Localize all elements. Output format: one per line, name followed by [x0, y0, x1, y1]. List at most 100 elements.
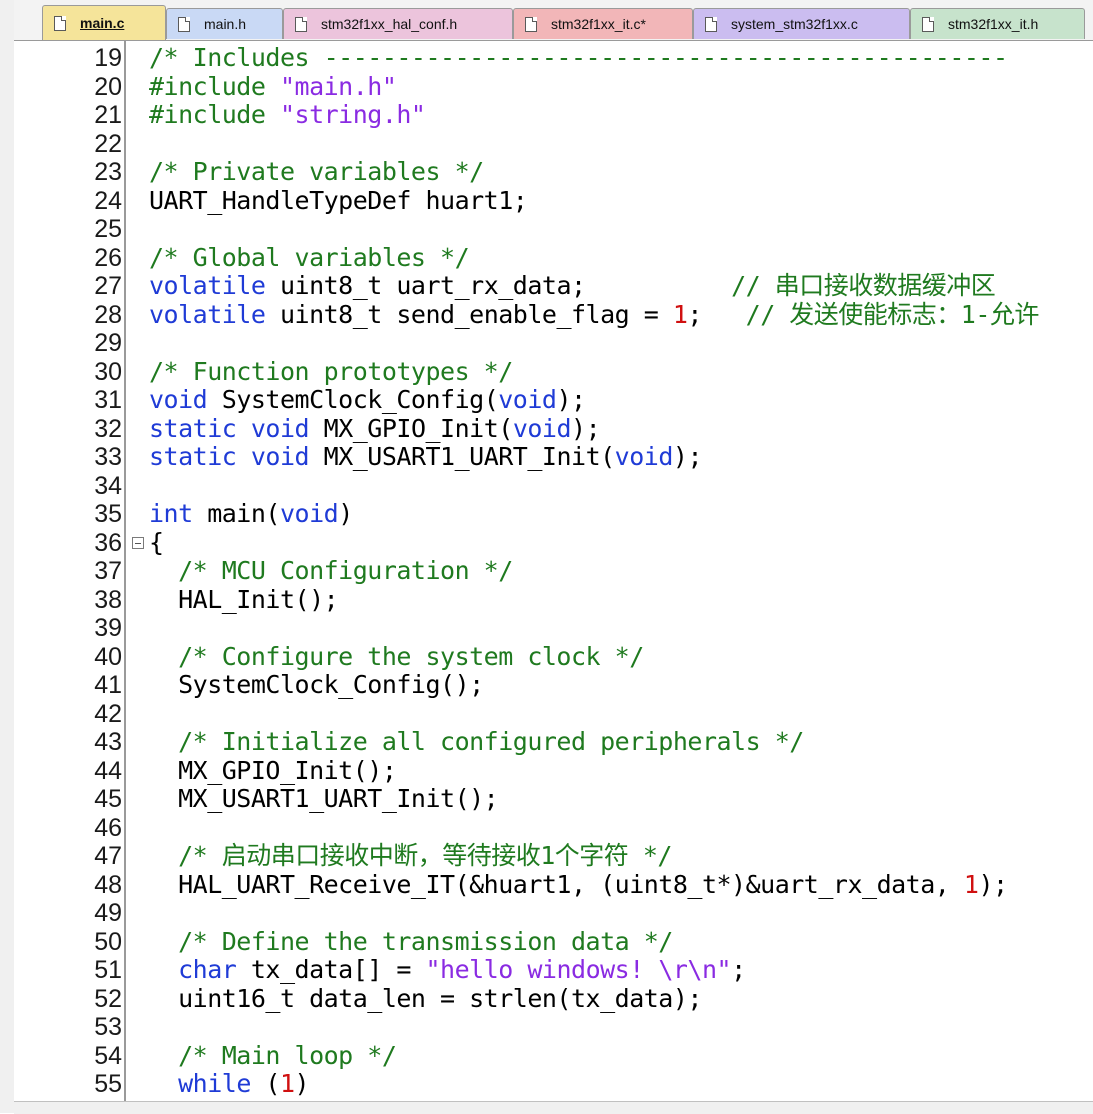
- code-line[interactable]: 32 static void MX_GPIO_Init(void);: [14, 413, 1093, 444]
- code-text: HAL_UART_Receive_IT(&huart1, (uint8_t*)&…: [149, 869, 1008, 900]
- code-text: /* 启动串口接收中断，等待接收1个字符 */: [149, 841, 672, 871]
- code-line[interactable]: 29: [14, 329, 1093, 358]
- code-line[interactable]: 45 MX_USART1_UART_Init();: [14, 784, 1093, 814]
- code-line[interactable]: 24 UART_HandleTypeDef huart1;: [14, 185, 1093, 216]
- line-number: 19: [94, 44, 122, 72]
- token-number: 1: [963, 869, 979, 899]
- code-line[interactable]: 19 /* Includes --------------------------…: [14, 43, 1093, 73]
- token-keyword: void: [149, 385, 208, 414]
- line-number: 33: [94, 443, 122, 471]
- code-line[interactable]: 50 /* Define the transmission data */: [14, 927, 1093, 957]
- token-normal: [236, 442, 251, 471]
- token-normal: MX_USART1_UART_Init();: [149, 784, 499, 813]
- token-normal: [149, 1069, 178, 1098]
- code-line[interactable]: 28 volatile uint8_t send_enable_flag = 1;…: [14, 299, 1093, 330]
- token-normal: MX_GPIO_Init(: [309, 413, 514, 443]
- code-line[interactable]: 39: [14, 614, 1093, 643]
- line-number: 50: [94, 927, 122, 956]
- code-text: #include "string.h": [149, 100, 426, 130]
- left-panel-edge: [0, 0, 15, 1113]
- code-text: /* Configure the system clock */: [149, 641, 644, 672]
- tab-main-c[interactable]: main.c: [42, 5, 166, 40]
- tab-label: stm32f1xx_it.h: [948, 16, 1039, 32]
- code-text: static void MX_GPIO_Init(void);: [149, 413, 601, 444]
- code-line[interactable]: 41 SystemClock_Config();: [14, 670, 1093, 700]
- code-line[interactable]: 27 volatile uint8_t uart_rx_data; // 串口接收…: [14, 271, 1093, 301]
- code-line[interactable]: 48 HAL_UART_Receive_IT(&huart1, (uint8_t…: [14, 869, 1093, 900]
- token-normal: [236, 414, 251, 443]
- line-number: 31: [94, 386, 122, 414]
- tab-label: system_stm32f1xx.c: [731, 16, 858, 32]
- code-line[interactable]: 40 /* Configure the system clock */: [14, 641, 1093, 672]
- code-line[interactable]: 55 while (1): [14, 1069, 1093, 1099]
- token-normal: UART_HandleTypeDef huart1;: [149, 185, 528, 215]
- code-line[interactable]: 42: [14, 700, 1093, 729]
- line-number: 51: [94, 956, 122, 984]
- code-text: char tx_data[] = "hello windows! \r\n";: [149, 955, 746, 985]
- line-number: 21: [94, 101, 122, 129]
- code-text: UART_HandleTypeDef huart1;: [149, 185, 528, 216]
- line-number: 25: [94, 215, 122, 243]
- line-number: 37: [94, 557, 122, 585]
- code-text: volatile uint8_t uart_rx_data; // 串口接收数据…: [149, 271, 996, 301]
- code-line[interactable]: 21 #include "string.h": [14, 100, 1093, 130]
- code-line[interactable]: 49: [14, 899, 1093, 928]
- token-normal: );: [556, 385, 586, 414]
- code-line[interactable]: 33 static void MX_USART1_UART_Init(void);: [14, 442, 1093, 472]
- tab-system-stm32f1xx-c[interactable]: system_stm32f1xx.c: [693, 8, 910, 39]
- code-text: uint16_t data_len = strlen(tx_data);: [149, 984, 702, 1014]
- token-normal: main(: [192, 499, 280, 528]
- code-text: void SystemClock_Config(void);: [149, 385, 586, 415]
- code-line[interactable]: 26 /* Global variables */: [14, 242, 1093, 273]
- code-line[interactable]: 35 int main(void): [14, 499, 1093, 529]
- code-line[interactable]: 53: [14, 1013, 1093, 1042]
- tab-stm32f1xx-hal-conf-h[interactable]: stm32f1xx_hal_conf.h: [283, 8, 513, 39]
- line-number: 41: [94, 671, 122, 699]
- tab-stm32f1xx-it-h[interactable]: stm32f1xx_it.h: [910, 8, 1085, 39]
- token-keyword: volatile: [149, 299, 266, 329]
- line-number: 34: [94, 471, 122, 500]
- code-line[interactable]: 31 void SystemClock_Config(void);: [14, 385, 1093, 415]
- token-normal: (: [250, 1069, 280, 1098]
- code-line[interactable]: 52 uint16_t data_len = strlen(tx_data);: [14, 984, 1093, 1014]
- line-number: 24: [94, 186, 122, 215]
- code-line[interactable]: 34: [14, 472, 1093, 501]
- token-comment: // 串口接收数据缓冲区: [731, 271, 996, 300]
- code-line[interactable]: 43 /* Initialize all configured peripher…: [14, 727, 1093, 757]
- fold-collapse-icon[interactable]: [132, 536, 144, 549]
- code-line[interactable]: 54 /* Main loop */: [14, 1041, 1093, 1071]
- token-normal: {: [149, 527, 164, 557]
- line-number: 49: [94, 899, 122, 927]
- code-line[interactable]: 38 HAL_Init();: [14, 585, 1093, 615]
- line-number: 40: [94, 642, 122, 671]
- token-normal: );: [571, 413, 601, 443]
- code-text: volatile uint8_t send_enable_flag = 1; /…: [149, 299, 1039, 330]
- token-comment: /* Global variables */: [149, 242, 470, 272]
- horizontal-scrollbar[interactable]: [14, 1101, 1093, 1114]
- tab-label: main.h: [204, 16, 247, 32]
- token-string: "string.h": [279, 100, 426, 129]
- code-line[interactable]: 37 /* MCU Configuration */: [14, 556, 1093, 586]
- code-editor[interactable]: 19 /* Includes --------------------------…: [14, 41, 1093, 1101]
- code-line[interactable]: 44 MX_GPIO_Init();: [14, 756, 1093, 786]
- token-keyword: int: [149, 499, 193, 528]
- code-line[interactable]: 23 /* Private variables */: [14, 157, 1093, 187]
- token-keyword: static: [149, 413, 237, 443]
- code-line[interactable]: 22: [14, 130, 1093, 159]
- code-line[interactable]: 36 {: [14, 527, 1093, 558]
- token-keyword: void: [498, 385, 557, 414]
- code-line[interactable]: 51 char tx_data[] = "hello windows! \r\n…: [14, 955, 1093, 985]
- token-comment: /* Configure the system clock */: [149, 641, 644, 671]
- code-line[interactable]: 47 /* 启动串口接收中断，等待接收1个字符 */: [14, 841, 1093, 871]
- code-text: /* Global variables */: [149, 242, 470, 273]
- code-line[interactable]: 20 #include "main.h": [14, 72, 1093, 102]
- code-line[interactable]: 46: [14, 814, 1093, 843]
- code-line[interactable]: 30 /* Function prototypes */: [14, 357, 1093, 387]
- token-keyword: void: [250, 442, 310, 471]
- code-line[interactable]: 25: [14, 215, 1093, 244]
- token-string: "hello windows! \r\n": [425, 955, 732, 984]
- tab-stm32f1xx-it-c[interactable]: stm32f1xx_it.c*: [513, 8, 693, 39]
- line-number: 48: [94, 870, 122, 899]
- tab-main-h[interactable]: main.h: [166, 8, 283, 39]
- line-number: 55: [94, 1070, 122, 1098]
